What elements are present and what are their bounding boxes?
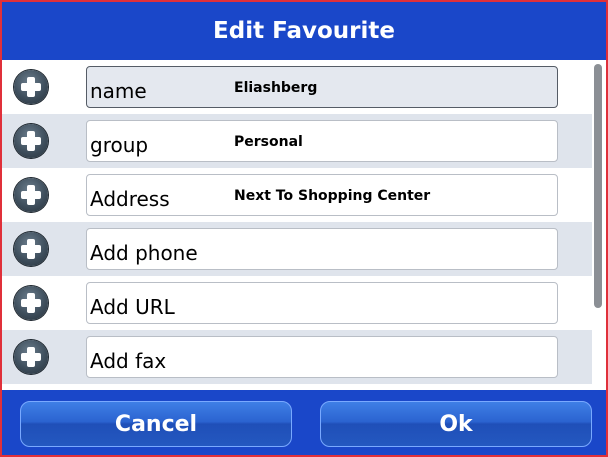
field-label: name [90, 79, 147, 103]
list-item-phone: Add phone [2, 222, 592, 276]
list-item-fax: Add fax [2, 330, 592, 384]
plus-circle-icon[interactable] [14, 124, 48, 158]
plus-circle-icon[interactable] [14, 70, 48, 104]
edit-favourite-window: Edit Favourite name Eliashberg group Per… [0, 0, 608, 457]
page-title: Edit Favourite [213, 18, 395, 44]
add-phone-field[interactable]: Add phone [86, 228, 558, 270]
field-label: group [90, 133, 149, 157]
group-field[interactable]: group Personal [86, 120, 558, 162]
scrollbar-thumb[interactable] [594, 64, 602, 308]
plus-circle-icon[interactable] [14, 178, 48, 212]
plus-circle-icon[interactable] [14, 340, 48, 374]
field-label: Add phone [90, 241, 198, 265]
plus-circle-icon[interactable] [14, 286, 48, 320]
list-item-group: group Personal [2, 114, 592, 168]
address-field[interactable]: Address Next To Shopping Center [86, 174, 558, 216]
list-item-url: Add URL [2, 276, 592, 330]
name-field[interactable]: name Eliashberg [86, 66, 558, 108]
title-bar: Edit Favourite [2, 2, 606, 61]
button-bar: Cancel Ok [2, 390, 606, 455]
field-label: Add URL [90, 295, 175, 319]
add-url-field[interactable]: Add URL [86, 282, 558, 324]
field-list: name Eliashberg group Personal Address N… [2, 60, 606, 390]
add-fax-field[interactable]: Add fax [86, 336, 558, 378]
field-value: Next To Shopping Center [234, 188, 431, 204]
field-label: Add fax [90, 349, 167, 373]
plus-circle-icon[interactable] [14, 232, 48, 266]
field-value: Eliashberg [234, 80, 318, 96]
list-item-address: Address Next To Shopping Center [2, 168, 592, 222]
cancel-button[interactable]: Cancel [20, 401, 292, 447]
field-value: Personal [234, 134, 303, 150]
ok-button[interactable]: Ok [320, 401, 592, 447]
vertical-scrollbar[interactable] [592, 60, 606, 390]
list-item-name: name Eliashberg [2, 60, 592, 114]
field-label: Address [90, 187, 170, 211]
